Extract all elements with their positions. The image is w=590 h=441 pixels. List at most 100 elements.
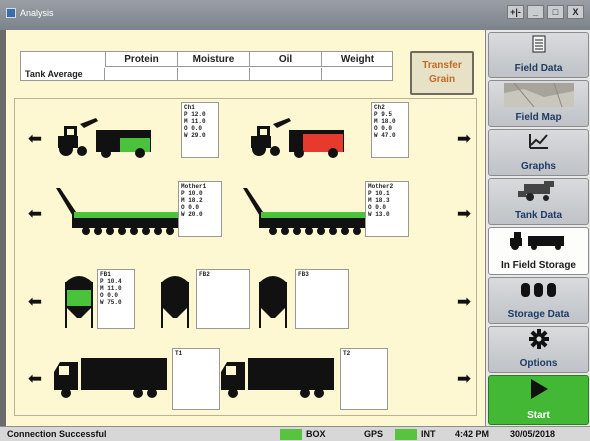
box-p-mother2: P 10.1 — [368, 190, 390, 197]
value-p-ch2: 9.5 — [381, 111, 393, 118]
data-box-mother2: Mother2 P 10.1 M 18.3 O 0.0 W 13.0 — [365, 181, 409, 237]
gear-icon — [528, 329, 549, 349]
main-content: Protein Moisture Oil Weight Tank Average… — [6, 30, 485, 426]
box-label-mother2: Mother2 — [368, 183, 394, 190]
close-button[interactable]: X — [567, 5, 584, 19]
value-w-mother1: 20.0 — [188, 211, 203, 218]
restore-button[interactable]: +|- — [507, 5, 524, 19]
column-header-moisture: Moisture — [177, 52, 249, 67]
box-o-mother1: O 0.0 — [181, 204, 200, 211]
truck-1[interactable] — [54, 358, 169, 398]
sidebar-item-graphs[interactable]: Graphs — [488, 129, 589, 176]
column-header-oil: Oil — [249, 52, 321, 67]
field-bin-3[interactable] — [256, 270, 290, 330]
data-box-ch2: Ch2 P 9.5 M 18.0 O 0.0 W 47.0 — [371, 102, 409, 158]
sidebar-label-in-field-storage: In Field Storage — [500, 260, 576, 271]
file-icon — [532, 35, 545, 53]
transfer-grain-label-1: Transfer — [422, 60, 462, 71]
box-o-ch2: O 0.0 — [374, 125, 393, 132]
value-m-mother2: 18.3 — [375, 197, 390, 204]
value-w-ch1: 29.0 — [191, 132, 206, 139]
status-date: 30/05/2018 — [510, 429, 556, 439]
box-label-ch2: Ch2 — [374, 104, 385, 111]
transfer-grain-button[interactable]: Transfer Grain — [410, 51, 474, 95]
tractor-cart-1[interactable] — [58, 118, 173, 158]
value-m-fb1: 11.0 — [107, 285, 122, 292]
value-p-fb1: 10.4 — [107, 278, 122, 285]
box-w-ch1: W 29.0 — [184, 132, 206, 139]
box-label-fb1: FB1 — [100, 271, 111, 278]
sidebar-label-field-map: Field Map — [515, 112, 562, 123]
field-bin-1[interactable] — [62, 270, 96, 330]
sidebar-item-in-field-storage[interactable]: In Field Storage — [488, 227, 589, 275]
sidebar-label-storage-data: Storage Data — [507, 309, 570, 320]
table-divider — [321, 68, 322, 81]
value-o-ch1: 0.0 — [191, 125, 203, 132]
box-p-ch1: P 12.0 — [184, 111, 206, 118]
mother-bin-2[interactable] — [243, 188, 368, 238]
box-w-fb1: W 75.0 — [100, 299, 122, 306]
box-p-mother1: P 10.0 — [181, 190, 203, 197]
mother-fill-1 — [74, 212, 178, 218]
maximize-button[interactable]: □ — [547, 5, 564, 19]
right-arrow-row2[interactable]: ➡ — [455, 205, 473, 222]
sidebar-item-field-data[interactable]: Field Data — [488, 32, 589, 78]
window-title-text: Analysis — [20, 8, 54, 18]
tractor-cart-2[interactable] — [251, 118, 366, 158]
int-indicator — [395, 429, 417, 440]
sidebar-label-options: Options — [519, 358, 558, 369]
app-icon — [6, 8, 16, 18]
box-label-fb3: FB3 — [298, 271, 309, 278]
box-label-ch1: Ch1 — [184, 104, 195, 111]
minimize-button[interactable]: _ — [527, 5, 544, 19]
right-arrow-row3[interactable]: ➡ — [455, 293, 473, 310]
box-o-mother2: O 0.0 — [368, 204, 387, 211]
box-p-fb1: P 10.4 — [100, 278, 122, 285]
tank-average-label: Tank Average — [21, 68, 105, 81]
status-time: 4:42 PM — [455, 429, 490, 439]
truck-2[interactable] — [221, 358, 336, 398]
value-w-ch2: 47.0 — [381, 132, 396, 139]
start-button[interactable]: Start — [488, 375, 589, 425]
data-box-t2: T2 — [340, 348, 388, 410]
box-m-ch1: M 11.0 — [184, 118, 206, 125]
value-o-fb1: 0.0 — [107, 292, 119, 299]
play-icon — [530, 379, 548, 399]
left-arrow-row3[interactable]: ⬅ — [26, 293, 44, 310]
box-label-mother1: Mother1 — [181, 183, 207, 190]
column-header-protein: Protein — [105, 52, 177, 67]
left-arrow-row4[interactable]: ⬅ — [26, 370, 44, 387]
cart-fill-2 — [303, 134, 343, 152]
box-label-t2: T2 — [343, 350, 351, 357]
field-bin-2[interactable] — [158, 270, 192, 330]
window-controls: +|- _ □ X — [507, 5, 584, 19]
sidebar-item-field-map[interactable]: Field Map — [488, 80, 589, 127]
right-arrow-row1[interactable]: ➡ — [455, 130, 473, 147]
map-icon — [503, 83, 574, 107]
mother-fill-2 — [261, 212, 365, 218]
line-chart-icon — [528, 134, 548, 149]
sidebar-item-storage-data[interactable]: Storage Data — [488, 277, 589, 324]
window-title: Analysis — [6, 8, 54, 18]
left-arrow-row2[interactable]: ⬅ — [26, 205, 44, 222]
value-o-ch2: 0.0 — [381, 125, 393, 132]
value-m-mother1: 18.2 — [188, 197, 203, 204]
left-arrow-row1[interactable]: ⬅ — [26, 130, 44, 147]
value-w-fb1: 75.0 — [107, 299, 122, 306]
status-bar: Connection Successful BOX GPS INT 4:42 P… — [0, 426, 590, 441]
data-box-ch1: Ch1 P 12.0 M 11.0 O 0.0 W 29.0 — [181, 102, 219, 158]
box-w-mother1: W 20.0 — [181, 211, 203, 218]
box-o-fb1: O 0.0 — [100, 292, 119, 299]
data-box-fb1: FB1 P 10.4 M 11.0 O 0.0 W 75.0 — [97, 269, 135, 329]
box-m-mother1: M 18.2 — [181, 197, 203, 204]
sidebar: Field Data Field Map Graphs Tank Data In… — [485, 30, 590, 426]
data-box-fb3: FB3 — [295, 269, 349, 329]
box-o-ch1: O 0.0 — [184, 125, 203, 132]
mother-bin-1[interactable] — [56, 188, 181, 238]
box-indicator — [280, 429, 302, 440]
right-arrow-row4[interactable]: ➡ — [455, 370, 473, 387]
value-p-ch1: 12.0 — [191, 111, 206, 118]
silos-icon — [520, 283, 556, 297]
sidebar-item-options[interactable]: Options — [488, 326, 589, 373]
sidebar-item-tank-data[interactable]: Tank Data — [488, 178, 589, 225]
